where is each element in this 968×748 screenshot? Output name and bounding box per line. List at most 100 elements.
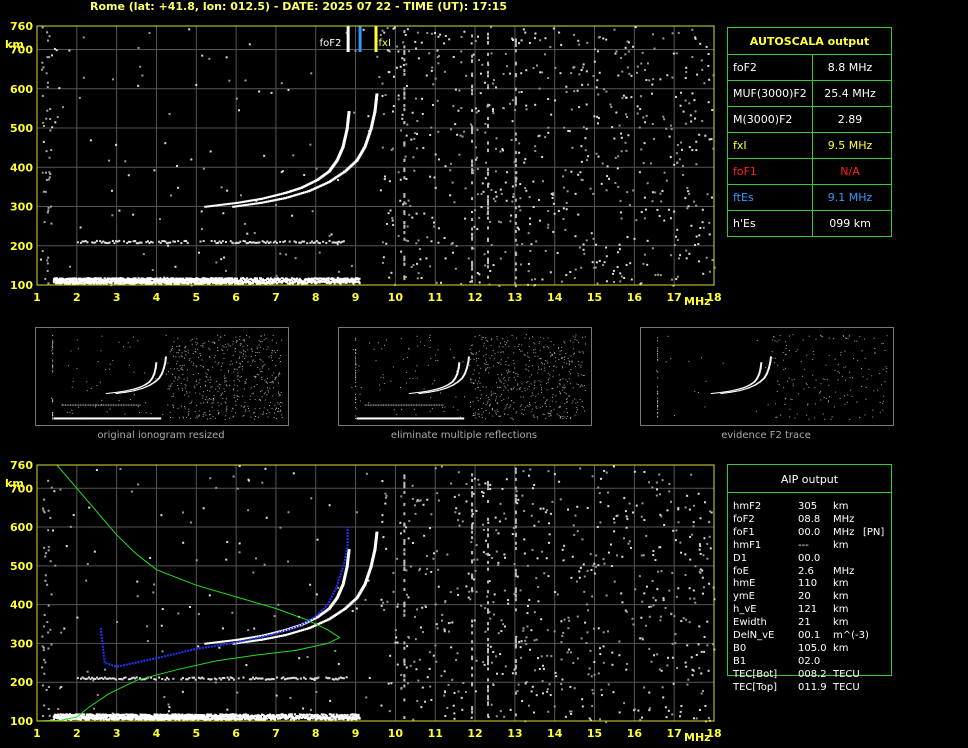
thumb-noise xyxy=(381,348,383,350)
noise-point xyxy=(406,28,409,31)
e-layer-echo xyxy=(159,277,162,280)
thumb-noise xyxy=(263,348,265,350)
thumb-noise xyxy=(477,399,479,401)
thumb-noise xyxy=(101,399,103,401)
thumb-trace xyxy=(163,364,166,366)
noise-point xyxy=(391,219,394,222)
noise-point xyxy=(387,212,390,215)
thumb-noise xyxy=(825,397,827,399)
noise-point xyxy=(547,98,550,101)
noise-point xyxy=(68,49,71,52)
noise-point xyxy=(684,197,687,200)
noise-point xyxy=(626,191,629,194)
thumb-noise xyxy=(274,376,276,378)
noise-point xyxy=(578,106,581,109)
es-layer-echo xyxy=(269,241,272,244)
thumb-noise xyxy=(513,408,515,410)
noise-point xyxy=(45,117,48,120)
thumb-noise xyxy=(266,387,268,389)
thumb-noise xyxy=(210,379,212,381)
noise-point xyxy=(201,228,204,231)
thumb-noise xyxy=(575,334,577,336)
noise-point xyxy=(529,223,532,226)
noise-point xyxy=(711,259,714,262)
thumb-noise xyxy=(792,334,794,336)
thumb-noise xyxy=(175,356,177,358)
noise-point xyxy=(392,223,395,226)
noise-point xyxy=(450,242,453,245)
thumb-noise xyxy=(657,337,659,339)
thumb-noise xyxy=(440,392,442,394)
noise-point xyxy=(390,148,393,151)
thumb-noise xyxy=(485,363,487,365)
thumb-noise xyxy=(547,379,549,381)
thumb-noise xyxy=(812,358,814,360)
thumb-noise xyxy=(218,405,220,407)
noise-point xyxy=(237,109,240,112)
thumb-noise xyxy=(242,368,244,370)
noise-point xyxy=(621,70,624,73)
noise-point xyxy=(686,207,689,210)
thumb-noise xyxy=(531,365,533,367)
thumb-es-echo xyxy=(437,404,439,406)
es-layer-echo xyxy=(185,239,188,242)
thumb-noise xyxy=(86,381,88,383)
thumb-noise xyxy=(238,380,240,382)
noise-point xyxy=(470,42,473,45)
noise-point xyxy=(651,83,654,86)
thumb-noise xyxy=(52,366,54,368)
thumb-noise xyxy=(186,377,188,379)
thumb-trace xyxy=(153,370,156,372)
thumb-noise xyxy=(379,389,381,391)
thumb-noise xyxy=(551,388,553,390)
thumb-noise xyxy=(233,368,235,370)
noise-point xyxy=(639,108,642,111)
noise-point xyxy=(46,81,49,84)
thumb-noise xyxy=(657,377,659,379)
noise-point xyxy=(311,210,314,213)
thumb-noise xyxy=(521,412,523,414)
noise-streak xyxy=(403,255,406,259)
thumb-noise xyxy=(483,355,485,357)
noise-point xyxy=(509,220,512,223)
thumb-noise xyxy=(215,388,217,390)
noise-point xyxy=(416,31,419,34)
thumb-noise xyxy=(454,357,456,359)
noise-point xyxy=(397,234,400,237)
noise-point xyxy=(596,50,599,53)
thumb-trace xyxy=(161,371,164,373)
noise-point xyxy=(708,138,711,141)
noise-point xyxy=(451,181,454,184)
noise-point xyxy=(132,213,135,216)
es-layer-echo xyxy=(173,240,176,243)
thumb-noise xyxy=(220,369,222,371)
thumb-noise xyxy=(231,410,233,412)
noise-point xyxy=(397,94,400,97)
noise-point xyxy=(401,113,404,116)
thumb-noise xyxy=(530,395,532,397)
noise-point xyxy=(625,96,628,99)
thumb-noise xyxy=(97,361,99,363)
noise-point xyxy=(385,222,388,225)
thumb-noise xyxy=(545,401,547,403)
thumb-noise xyxy=(224,390,226,392)
thumb-noise xyxy=(795,350,797,352)
thumb-noise xyxy=(819,392,821,394)
noise-point xyxy=(596,115,599,118)
noise-point xyxy=(705,45,708,48)
thumb-noise xyxy=(849,371,851,373)
thumb-noise xyxy=(755,410,757,412)
noise-point xyxy=(580,69,583,72)
thumb-noise xyxy=(265,381,267,383)
thumb-noise xyxy=(850,389,852,391)
thumb-noise xyxy=(584,343,586,345)
thumb-noise xyxy=(483,342,485,344)
thumb-noise xyxy=(566,407,568,409)
thumb-noise xyxy=(250,365,252,367)
e-layer-echo xyxy=(79,281,82,284)
thumb-noise xyxy=(559,380,561,382)
noise-point xyxy=(437,241,440,244)
noise-point xyxy=(444,34,447,37)
thumb-noise xyxy=(52,359,54,361)
noise-streak xyxy=(487,250,490,254)
